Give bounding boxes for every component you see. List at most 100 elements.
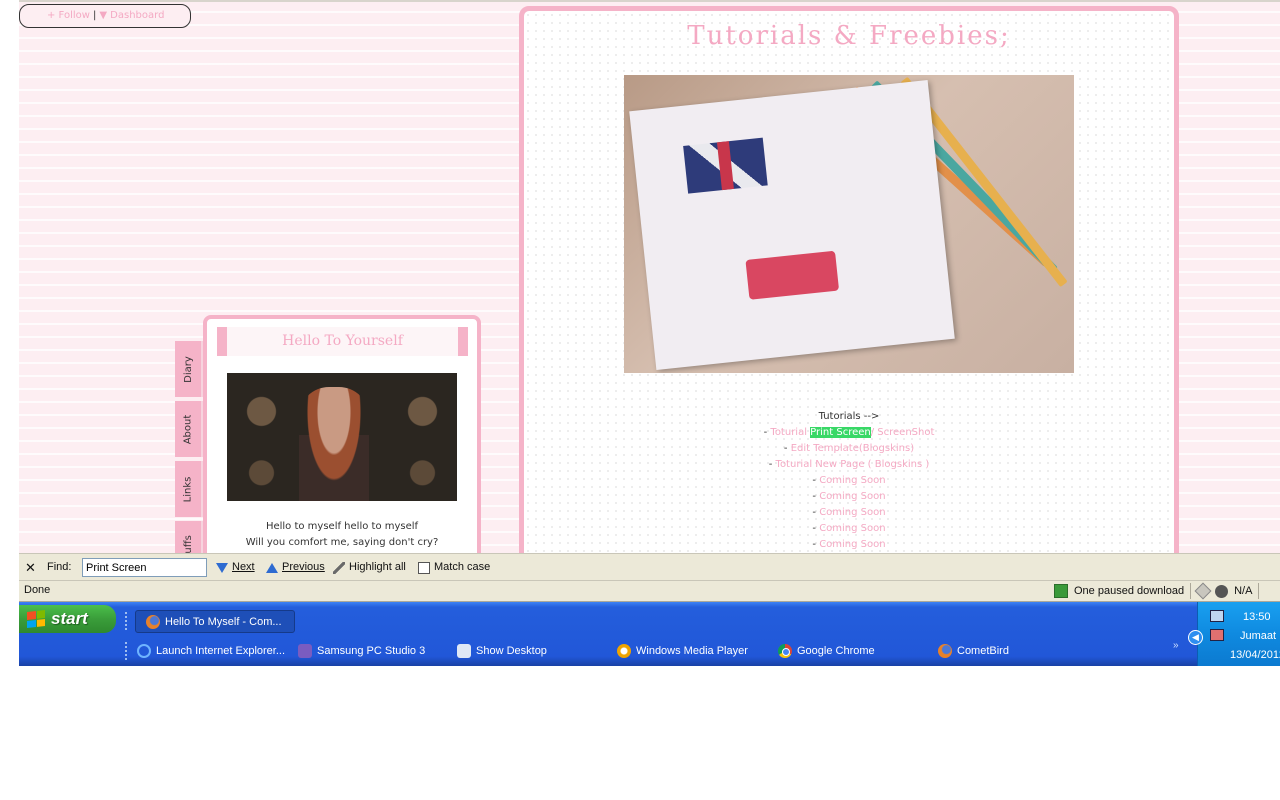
profile-line-1: Hello to myself hello to myself: [265, 521, 419, 532]
quicklaunch-overflow-icon[interactable]: »: [1173, 640, 1179, 651]
status-bar: Done One paused download N/A: [19, 581, 1280, 602]
status-separator: [1190, 583, 1192, 599]
tutorial-link-text: Coming Soon: [819, 491, 886, 502]
clock-day: Jumaat: [1240, 630, 1277, 642]
tutorials-list: Tutorials --> - Toturial Print Screen/ S…: [524, 409, 1174, 553]
quicklaunch-samsung-pc-studio[interactable]: Samsung PC Studio 3: [298, 640, 425, 662]
firefox-icon: [146, 614, 160, 629]
arrow-up-icon: [266, 562, 278, 573]
tab-about[interactable]: About: [175, 401, 203, 457]
tab-diary-label: Diary: [182, 355, 194, 383]
status-text: Done: [24, 584, 51, 596]
tab-about-label: About: [182, 414, 194, 444]
cometbird-icon: [938, 644, 952, 658]
quicklaunch-windows-media-player[interactable]: Windows Media Player: [617, 640, 748, 662]
tutorial-link-text: Toturial New Page ( Blogskins ): [775, 459, 930, 470]
network-disconnected-icon[interactable]: [1210, 629, 1224, 641]
tutorial-link[interactable]: Toturial New Page ( Blogskins ): [776, 459, 930, 470]
profile-description: Hello to myself hello to myself Will you…: [207, 519, 477, 551]
quicklaunch-label: CometBird: [957, 645, 1009, 657]
quicklaunch-internet-explorer[interactable]: Launch Internet Explorer...: [137, 640, 285, 662]
profile-person-figure: [299, 387, 369, 501]
highlight-all-label: Highlight all: [349, 561, 406, 573]
profile-line-2: Will you comfort me, saying don't cry?: [245, 537, 439, 548]
tutorial-link[interactable]: Coming Soon: [819, 475, 885, 486]
tutorial-item: - Coming Soon: [524, 521, 1174, 537]
download-icon[interactable]: [1054, 584, 1068, 598]
quicklaunch-show-desktop[interactable]: Show Desktop: [457, 640, 547, 662]
internet-explorer-icon: [137, 644, 151, 658]
find-next-button[interactable]: Next: [216, 554, 255, 581]
addon-status-icon[interactable]: [1215, 584, 1229, 598]
tutorial-item: - Edit Template(Blogskins): [524, 441, 1174, 457]
close-find-icon[interactable]: ✕: [25, 554, 36, 581]
tutorial-link[interactable]: Coming Soon: [819, 539, 885, 550]
tutorial-link-text: Coming Soon: [819, 507, 886, 518]
tray-collapse-icon[interactable]: ◀: [1188, 630, 1203, 645]
tutorial-link-text: Edit Template(Blogskins): [790, 443, 915, 454]
tutorial-item: - Coming Soon: [524, 537, 1174, 553]
find-input[interactable]: [82, 558, 207, 577]
tutorial-link[interactable]: Coming Soon: [819, 507, 885, 518]
tutorial-bullet: -: [783, 443, 791, 454]
arrow-down-icon: [216, 562, 228, 573]
match-case-label: Match case: [434, 561, 491, 573]
windows-media-player-icon: [617, 644, 631, 658]
tab-links[interactable]: Links: [175, 461, 203, 517]
tutorial-link-text: Coming Soon: [819, 523, 886, 534]
dashboard-link[interactable]: ▼ Dashboard: [99, 10, 164, 21]
show-desktop-icon: [457, 644, 471, 658]
tutorials-banner-image: [624, 75, 1074, 373]
quicklaunch-label: Windows Media Player: [636, 645, 748, 657]
tutorial-link-text: Coming Soon: [819, 475, 886, 486]
tutorials-title: Tutorials & Freebies;: [687, 21, 1011, 51]
find-next-label: Next: [232, 561, 255, 573]
tutorial-item: - Coming Soon: [524, 489, 1174, 505]
tag-icon[interactable]: [1194, 582, 1212, 600]
quicklaunch-label: Google Chrome: [797, 645, 875, 657]
tab-diary[interactable]: Diary: [175, 341, 203, 397]
highlight-all-button[interactable]: Highlight all: [333, 554, 406, 581]
tutorial-link[interactable]: Toturial Print Screen/ ScreenShot: [770, 427, 934, 438]
tutorial-item: - Coming Soon: [524, 473, 1174, 489]
system-tray: ◀ 13:50 Jumaat 13/04/2012: [1188, 602, 1280, 666]
find-previous-button[interactable]: Previous: [266, 554, 325, 581]
nav-separator: |: [92, 10, 97, 21]
quicklaunch-grip[interactable]: [125, 642, 128, 660]
profile-box: Hello To Yourself Hello to myself hello …: [203, 315, 481, 553]
bus-shape: [745, 250, 840, 300]
tutorial-link[interactable]: Coming Soon: [819, 523, 885, 534]
samsung-pc-studio-icon: [298, 644, 312, 658]
find-highlight: Print Screen: [810, 427, 871, 438]
taskbar-grip[interactable]: [125, 612, 128, 630]
download-status[interactable]: One paused download: [1074, 585, 1184, 597]
profile-title: Hello To Yourself: [217, 327, 468, 356]
network-icon[interactable]: [1210, 610, 1224, 622]
web-page: + Follow | ▼ Dashboard Diary About Links S…: [19, 0, 1280, 553]
quicklaunch-cometbird[interactable]: CometBird: [938, 640, 1009, 662]
screen: + Follow | ▼ Dashboard Diary About Links S…: [19, 0, 1280, 666]
find-label: Find:: [47, 561, 72, 573]
follow-link[interactable]: + Follow: [47, 10, 90, 21]
match-case-checkbox[interactable]: Match case: [418, 554, 490, 581]
page-top-border: [19, 0, 1280, 2]
uk-flag-shape: [683, 137, 768, 194]
tutorial-bullet: -: [768, 459, 776, 470]
addon-status-label: N/A: [1234, 585, 1253, 597]
taskbar-button-firefox[interactable]: Hello To Myself - Com...: [135, 610, 295, 633]
tutorial-link-text: / ScreenShot: [870, 427, 935, 438]
tutorial-link-text: Coming Soon: [819, 539, 886, 550]
notebook-shape: [629, 80, 955, 370]
clock-time[interactable]: 13:50: [1243, 611, 1271, 623]
tab-stuffs[interactable]: Stuffs: [175, 521, 203, 553]
clock-date: 13/04/2012: [1230, 649, 1280, 661]
tutorials-heading: Tutorials -->: [818, 411, 880, 422]
highlighter-icon: [333, 561, 345, 574]
tutorial-link[interactable]: Edit Template(Blogskins): [791, 443, 914, 454]
windows-logo-icon: [27, 610, 45, 628]
quicklaunch-google-chrome[interactable]: Google Chrome: [778, 640, 875, 662]
start-button[interactable]: start: [19, 605, 116, 633]
taskbar: start Hello To Myself - Com... Launch In…: [19, 602, 1280, 666]
start-label: start: [51, 609, 88, 628]
tutorial-link[interactable]: Coming Soon: [819, 491, 885, 502]
